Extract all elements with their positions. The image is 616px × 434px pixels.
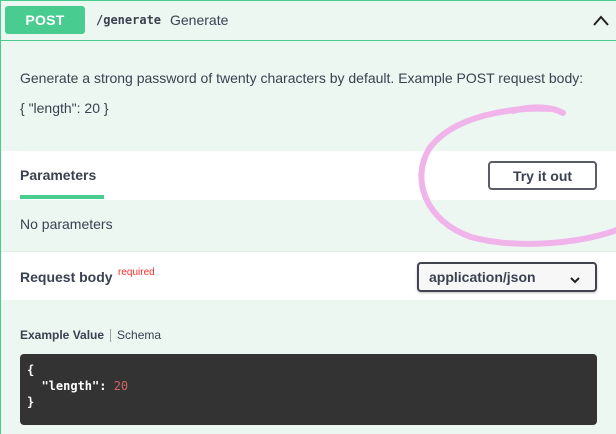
try-it-out-button[interactable]: Try it out [488, 161, 597, 190]
code-line: "length": 20 [27, 378, 590, 394]
tab-example-value[interactable]: Example Value [20, 328, 104, 342]
request-body-title: Request body [20, 269, 113, 285]
chevron-up-icon[interactable] [591, 11, 611, 31]
parameters-header: Parameters Try it out [1, 151, 616, 200]
operation-title: Generate [170, 12, 229, 28]
content-type-select[interactable]: application/json [417, 262, 597, 292]
required-badge: required [118, 267, 155, 278]
code-number: 20 [113, 379, 129, 393]
operation-summary[interactable]: POST /generate Generate [1, 1, 616, 41]
code-key: "length": [27, 379, 114, 393]
method-badge: POST [5, 6, 85, 34]
code-line: } [27, 395, 35, 409]
operation-block: POST /generate Generate Generate a stron… [0, 0, 616, 434]
example-tabs: Example Value Schema [20, 328, 161, 342]
description-body-example: { "length": 20 } [20, 100, 109, 116]
tab-divider [110, 328, 112, 342]
no-parameters-text: No parameters [20, 216, 113, 232]
operation-description: Generate a strong password of twenty cha… [20, 70, 584, 86]
tab-schema[interactable]: Schema [117, 328, 161, 342]
code-line: { [27, 363, 35, 377]
chevron-down-icon [569, 272, 581, 284]
tab-parameters[interactable]: Parameters [20, 167, 96, 183]
tab-active-indicator [20, 195, 104, 199]
example-code-block: { "length": 20 } [20, 354, 597, 425]
content-type-value: application/json [429, 269, 536, 285]
request-body-header: Request body required application/json [1, 251, 616, 300]
endpoint-path: /generate [96, 13, 162, 27]
